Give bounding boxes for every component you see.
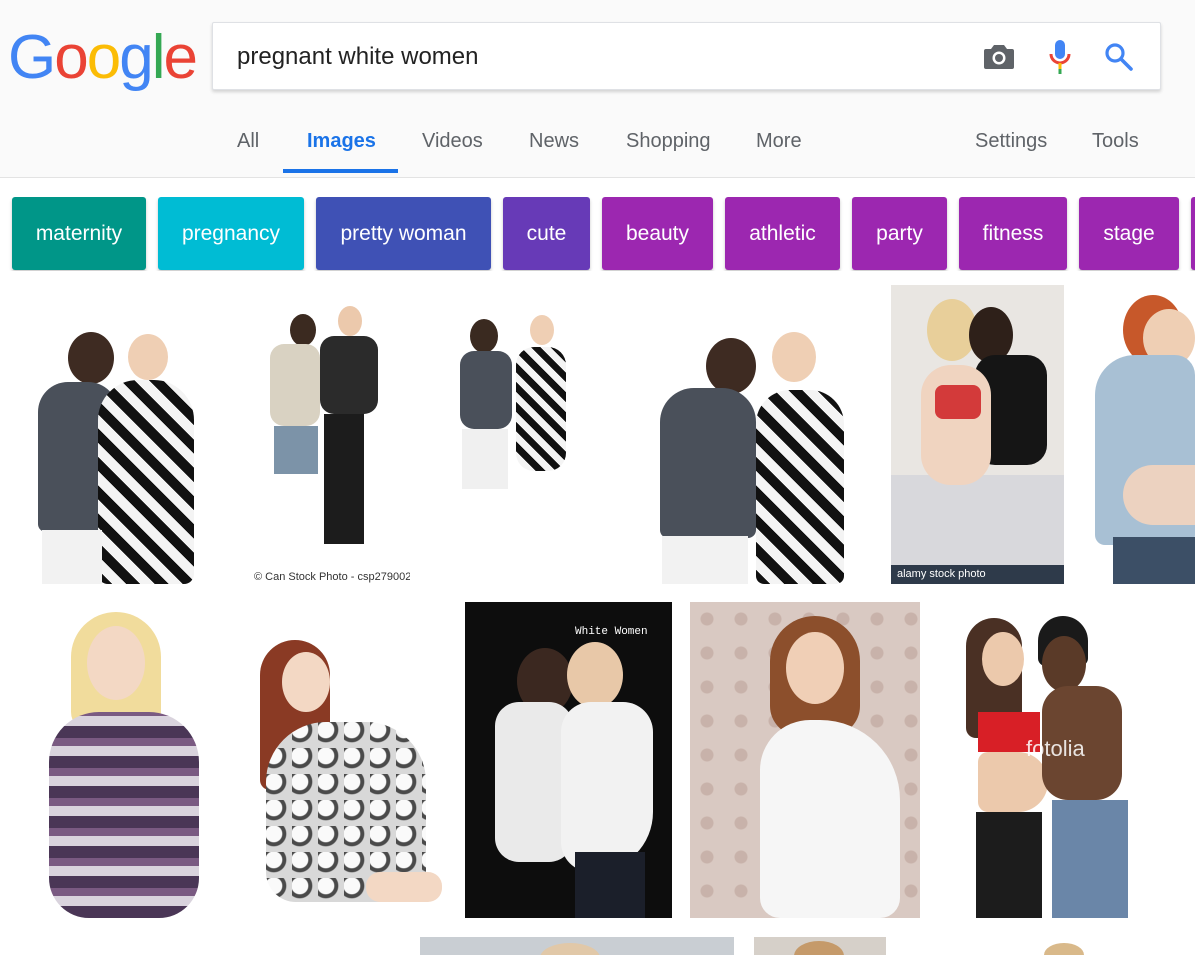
- tab-all[interactable]: All: [237, 130, 259, 153]
- camera-icon[interactable]: [979, 37, 1019, 77]
- white-dress: [760, 720, 900, 918]
- jeans: [1052, 800, 1128, 918]
- person-head: [128, 334, 168, 380]
- related-search-chips: maternity pregnancy pretty woman cute be…: [0, 197, 1195, 271]
- belly: [1123, 465, 1195, 525]
- image-result[interactable]: © Can Stock Photo - csp27900294: [248, 296, 410, 588]
- person-head: [786, 632, 844, 704]
- striped-dress: [49, 712, 199, 918]
- image-result[interactable]: [450, 305, 584, 565]
- logo-letter: g: [119, 23, 154, 92]
- image-result[interactable]: fotolia: [956, 612, 1171, 918]
- image-result[interactable]: [420, 937, 734, 955]
- person-head: [470, 319, 498, 353]
- search-icon[interactable]: [1099, 37, 1139, 77]
- chip-maternity[interactable]: maternity: [12, 197, 146, 270]
- image-watermark: alamy stock photo: [897, 568, 986, 580]
- active-tab-indicator: [283, 169, 398, 173]
- microphone-icon[interactable]: [1040, 37, 1080, 77]
- patterned-dress: [98, 380, 194, 584]
- logo-letter: G: [8, 23, 56, 92]
- chip-cute[interactable]: cute: [503, 197, 590, 270]
- patterned-dress: [516, 347, 566, 471]
- person-head: [87, 626, 145, 700]
- tab-tools[interactable]: Tools: [1092, 130, 1139, 153]
- tab-videos[interactable]: Videos: [422, 130, 483, 153]
- person-legs: [366, 872, 442, 902]
- image-result[interactable]: [690, 602, 938, 918]
- image-result[interactable]: [1093, 285, 1195, 584]
- person-body: [660, 388, 756, 538]
- tab-images[interactable]: Images: [307, 130, 376, 153]
- tab-settings[interactable]: Settings: [975, 130, 1047, 153]
- person-body: [460, 351, 512, 429]
- person-head: [1044, 943, 1084, 955]
- person-head: [290, 314, 316, 346]
- person-head: [530, 315, 554, 345]
- black-pants: [324, 414, 364, 544]
- person-head: [68, 332, 114, 384]
- tab-shopping[interactable]: Shopping: [626, 130, 711, 153]
- chip-stage[interactable]: stage: [1079, 197, 1179, 270]
- white-shorts: [462, 429, 508, 489]
- image-title-text: White Women: [575, 626, 648, 638]
- chip-athletic[interactable]: athletic: [725, 197, 840, 270]
- image-watermark: © Can Stock Photo - csp27900294: [254, 571, 410, 583]
- search-box: [212, 22, 1161, 90]
- search-input[interactable]: [237, 41, 937, 73]
- image-result[interactable]: [1020, 937, 1100, 955]
- jeans: [575, 852, 645, 918]
- person-body: [320, 336, 378, 414]
- image-result[interactable]: White Women: [465, 602, 672, 918]
- person-legs: [1113, 537, 1195, 584]
- google-logo[interactable]: Google: [8, 22, 198, 94]
- image-result[interactable]: [35, 612, 207, 918]
- image-result[interactable]: [236, 612, 448, 918]
- logo-letter: o: [86, 23, 122, 92]
- person-head: [794, 941, 844, 955]
- search-tabs: All Images Videos News Shopping More Set…: [0, 110, 1195, 178]
- chip-beauty[interactable]: beauty: [602, 197, 713, 270]
- denim-shorts: [274, 426, 318, 474]
- bed-sheets: [891, 475, 1064, 565]
- logo-letter: l: [151, 23, 166, 92]
- search-header: Google All Images V: [0, 0, 1195, 178]
- person-head: [1042, 636, 1086, 692]
- chip-pretty-woman[interactable]: pretty woman: [316, 197, 491, 270]
- logo-letter: e: [163, 23, 198, 92]
- chip-party[interactable]: party: [852, 197, 947, 270]
- person-body: [270, 344, 320, 426]
- side-banner: [920, 602, 938, 918]
- logo-letter: o: [54, 23, 89, 92]
- image-watermark: fotolia: [1026, 736, 1085, 761]
- red-top: [935, 385, 981, 419]
- person-head: [772, 332, 816, 382]
- person-head: [706, 338, 756, 394]
- black-leggings: [976, 812, 1042, 918]
- person-legs: [42, 530, 102, 584]
- chip-overflow[interactable]: [1191, 197, 1195, 270]
- chip-fitness[interactable]: fitness: [959, 197, 1067, 270]
- tab-more[interactable]: More: [756, 130, 802, 153]
- white-tank-top: [561, 702, 653, 872]
- person-head: [982, 632, 1024, 686]
- image-result[interactable]: alamy stock photo: [891, 285, 1064, 584]
- chip-pregnancy[interactable]: pregnancy: [158, 197, 304, 270]
- image-result[interactable]: [20, 300, 220, 584]
- image-result[interactable]: [656, 330, 856, 584]
- person-head: [282, 652, 330, 712]
- person-head: [540, 943, 600, 955]
- person-legs: [662, 536, 748, 584]
- patterned-dress: [756, 390, 844, 584]
- tab-news[interactable]: News: [529, 130, 579, 153]
- person-head: [338, 306, 362, 336]
- person-head: [567, 642, 623, 708]
- image-result[interactable]: [754, 937, 886, 955]
- person-body: [921, 365, 991, 485]
